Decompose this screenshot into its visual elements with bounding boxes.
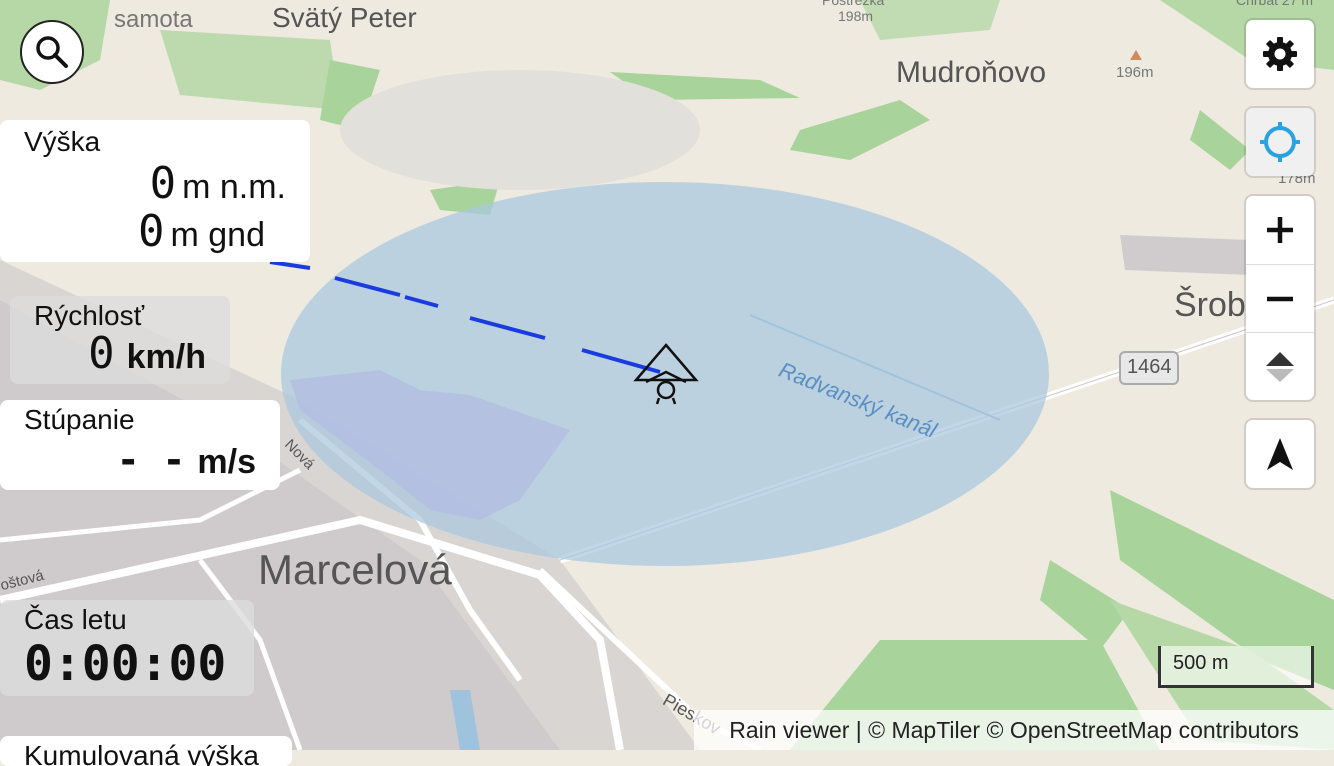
- speed-value: 0: [88, 328, 115, 379]
- climb-unit: m/s: [197, 443, 256, 481]
- climb-label: Stúpanie: [24, 404, 135, 435]
- zoom-out-button[interactable]: [1246, 265, 1314, 333]
- speed-panel: Rýchlosť 0 km/h: [10, 296, 230, 384]
- search-button[interactable]: [20, 20, 84, 84]
- crosshair-icon: [1260, 122, 1300, 162]
- tilt-icon: [1266, 352, 1294, 382]
- north-arrow-icon: [1267, 438, 1293, 470]
- tilt-button[interactable]: [1246, 333, 1314, 401]
- altitude-msl-value: 0: [149, 158, 177, 209]
- gear-icon: [1263, 37, 1297, 71]
- settings-button[interactable]: [1246, 20, 1314, 88]
- zoom-in-button[interactable]: [1246, 196, 1314, 264]
- map-label-marcelova: Marcelová: [258, 546, 452, 593]
- scale-bar: 500 m: [1158, 646, 1314, 688]
- altitude-label: Výška: [24, 126, 101, 157]
- map-label-samota: samota: [114, 6, 193, 33]
- map-label-elevation-198: 198m: [838, 8, 874, 24]
- climb-panel: Stúpanie - - m/s: [0, 400, 280, 490]
- scale-bar-label: 500 m: [1173, 652, 1229, 674]
- attribution-text[interactable]: Rain viewer | © MapTiler © OpenStreetMap…: [729, 717, 1299, 744]
- north-button[interactable]: [1246, 420, 1314, 488]
- flight-time-value: 0:00:00: [24, 636, 227, 692]
- flight-time-label: Čas letu: [24, 604, 127, 635]
- locate-button[interactable]: [1246, 108, 1314, 176]
- map-attribution[interactable]: Rain viewer | © MapTiler © OpenStreetMap…: [694, 710, 1334, 750]
- climb-value: - -: [116, 438, 186, 482]
- cumulative-altitude-label: Kumulovaná výška: [24, 740, 260, 766]
- map-label-svaty-peter: Svätý Peter: [272, 2, 417, 33]
- altitude-gnd-value: 0: [138, 206, 165, 257]
- minus-icon: [1267, 296, 1293, 302]
- altitude-panel: Výška 0 m n.m. 0 m gnd: [0, 120, 310, 262]
- map-label-mudronovo: Mudroňovo: [896, 56, 1047, 89]
- search-icon: [36, 36, 68, 68]
- map-label-elevation-196: 196m: [1116, 64, 1154, 81]
- map-label-road-1464: 1464: [1127, 356, 1172, 378]
- map-label-srob: Šrob: [1174, 286, 1246, 324]
- zoom-controls: [1246, 196, 1314, 400]
- speed-unit: km/h: [126, 338, 206, 376]
- cumulative-altitude-panel: Kumulovaná výška: [0, 736, 292, 766]
- altitude-msl-unit: m n.m.: [182, 168, 286, 206]
- altitude-gnd-unit: m gnd: [170, 216, 266, 254]
- plus-icon: [1267, 217, 1293, 243]
- map-label-postrezka: Postréžka: [822, 0, 885, 8]
- map-label-chrbat: Chrbát 27 m: [1236, 0, 1314, 8]
- flight-time-panel: Čas letu 0:00:00: [0, 600, 254, 696]
